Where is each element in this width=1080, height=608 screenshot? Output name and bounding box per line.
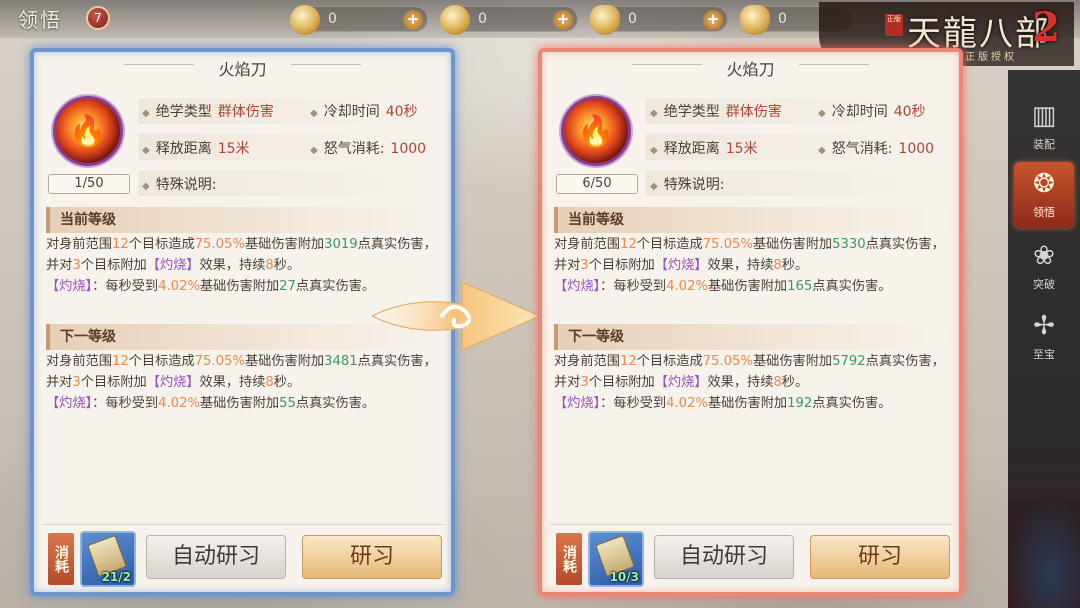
- resource-value: 0: [328, 11, 337, 27]
- upgrade-arrow-icon: [372, 281, 542, 351]
- attr-label: 绝学类型: [155, 104, 212, 120]
- attr-value: 40秒: [893, 104, 926, 120]
- bullet-icon: ◆: [142, 108, 150, 119]
- page-title: 领悟: [18, 8, 62, 32]
- resource-value: 0: [778, 11, 787, 27]
- attr-range: ◆ 释放距离 15米: [650, 138, 758, 158]
- skill-level: 6/50: [556, 174, 638, 194]
- side-menu-label: 领悟: [1033, 206, 1055, 219]
- auto-study-button[interactable]: 自动研习: [146, 535, 286, 579]
- skill-title: 火焰刀: [218, 60, 267, 79]
- resource-coin: 0 +: [290, 5, 428, 35]
- current-level-heading: 当前等级: [46, 207, 446, 233]
- side-menu-label: 至宝: [1033, 348, 1055, 361]
- item-count: 21/2: [101, 570, 131, 584]
- side-menu-item-equip[interactable]: ▥ 装配: [1014, 94, 1074, 160]
- skill-title: 火焰刀: [726, 60, 775, 79]
- study-bar: 消耗 21/2 自动研习 研习: [42, 524, 444, 587]
- attr-label: 冷却时间: [831, 104, 888, 120]
- sword-icon: ✢: [1033, 311, 1055, 341]
- attr-label: 特殊说明:: [663, 177, 725, 193]
- gold-ingot-icon: [740, 5, 770, 35]
- next-level-heading: 下一等级: [554, 324, 954, 350]
- next-level-description: 对身前范围12个目标造成75.05%基础伤害附加5792点真实伤害，并对3个目标…: [554, 354, 945, 411]
- attr-value: 15米: [725, 141, 758, 157]
- add-resource-button[interactable]: +: [553, 10, 573, 30]
- skill-panel-upgraded: 火焰刀 🔥 6/50 ◆ 绝学类型 群体伤害 ◆ 冷却时间 40秒 ◆ 释放距离 15米 ◆…: [538, 48, 963, 596]
- resource-value: 0: [478, 11, 487, 27]
- side-menu: ▥ 装配 ❂ 领悟 ❀ 突破 ✢ 至宝: [1008, 70, 1080, 608]
- consume-label: 消耗: [48, 533, 74, 585]
- attr-label: 怒气消耗:: [323, 141, 385, 157]
- current-level-heading: 当前等级: [554, 207, 954, 233]
- attr-value: 群体伤害: [725, 104, 782, 120]
- resource-value: 0: [628, 11, 637, 27]
- scroll-item-slot[interactable]: 21/2: [80, 531, 136, 587]
- logo-seal: 正版: [885, 14, 903, 36]
- attr-rage: ◆ 怒气消耗: 1000: [310, 138, 426, 158]
- bullet-icon: ◆: [142, 181, 150, 192]
- study-button[interactable]: 研习: [302, 535, 442, 579]
- attr-label: 怒气消耗:: [831, 141, 893, 157]
- attr-label: 冷却时间: [323, 104, 380, 120]
- next-level-description: 对身前范围12个目标造成75.05%基础伤害附加3481点真实伤害，并对3个目标…: [46, 354, 437, 411]
- item-count: 10/3: [609, 570, 639, 584]
- side-menu-label: 突破: [1033, 278, 1055, 291]
- attr-label: 释放距离: [155, 141, 212, 157]
- attr-rage: ◆ 怒气消耗: 1000: [818, 138, 934, 158]
- attr-label: 绝学类型: [663, 104, 720, 120]
- dragon-decoration: [1008, 498, 1080, 608]
- add-resource-button[interactable]: +: [703, 10, 723, 30]
- notification-badge[interactable]: 7: [86, 6, 110, 30]
- bullet-icon: ◆: [650, 108, 658, 119]
- book-icon: ▥: [1031, 101, 1057, 131]
- attr-value: 40秒: [385, 104, 418, 120]
- attr-skill-type: ◆ 绝学类型 群体伤害: [142, 101, 274, 121]
- attr-range: ◆ 释放距离 15米: [142, 138, 250, 158]
- current-level-description: 对身前范围12个目标造成75.05%基础伤害附加5330点真实伤害，并对3个目标…: [554, 237, 945, 294]
- flame-blade-icon: 🔥: [53, 96, 123, 166]
- attr-special: ◆ 特殊说明:: [142, 174, 216, 194]
- scroll-item-slot[interactable]: 10/3: [588, 531, 644, 587]
- attr-value: 1000: [898, 141, 935, 157]
- attr-cooldown: ◆ 冷却时间 40秒: [818, 101, 926, 121]
- attr-label: 特殊说明:: [155, 177, 217, 193]
- resource-ingot: 0 +: [590, 5, 728, 35]
- attr-skill-type: ◆ 绝学类型 群体伤害: [650, 101, 782, 121]
- bullet-icon: ◆: [650, 181, 658, 192]
- auto-study-button[interactable]: 自动研习: [654, 535, 794, 579]
- swirl-icon: ❂: [1033, 169, 1055, 199]
- attr-value: 15米: [217, 141, 250, 157]
- ingot-icon: [590, 5, 620, 35]
- consume-label: 消耗: [556, 533, 582, 585]
- skill-level: 1/50: [48, 174, 130, 194]
- bullet-icon: ◆: [650, 145, 658, 156]
- bullet-icon: ◆: [818, 108, 826, 119]
- bullet-icon: ◆: [142, 145, 150, 156]
- bullet-icon: ◆: [310, 108, 318, 119]
- attr-value: 1000: [390, 141, 427, 157]
- side-menu-item-breakthrough[interactable]: ❀ 突破: [1014, 234, 1074, 300]
- study-button[interactable]: 研习: [810, 535, 950, 579]
- attr-cooldown: ◆ 冷却时间 40秒: [310, 101, 418, 121]
- resource-gold-coin: 0 +: [440, 5, 578, 35]
- coin-icon: [290, 5, 320, 35]
- bullet-icon: ◆: [818, 145, 826, 156]
- title-divider: [291, 64, 361, 65]
- add-resource-button[interactable]: +: [403, 10, 423, 30]
- side-menu-item-comprehend[interactable]: ❂ 领悟: [1014, 162, 1074, 228]
- study-bar: 消耗 10/3 自动研习 研习: [550, 524, 952, 587]
- flame-blade-icon: 🔥: [561, 96, 631, 166]
- side-menu-item-treasure[interactable]: ✢ 至宝: [1014, 304, 1074, 370]
- attr-special: ◆ 特殊说明:: [650, 174, 724, 194]
- lotus-icon: ❀: [1033, 241, 1055, 271]
- bullet-icon: ◆: [310, 145, 318, 156]
- logo-suffix: 2: [1032, 4, 1060, 51]
- attr-label: 释放距离: [663, 141, 720, 157]
- title-divider: [799, 64, 869, 65]
- gold-coin-icon: [440, 5, 470, 35]
- side-menu-label: 装配: [1033, 138, 1055, 151]
- attr-value: 群体伤害: [217, 104, 274, 120]
